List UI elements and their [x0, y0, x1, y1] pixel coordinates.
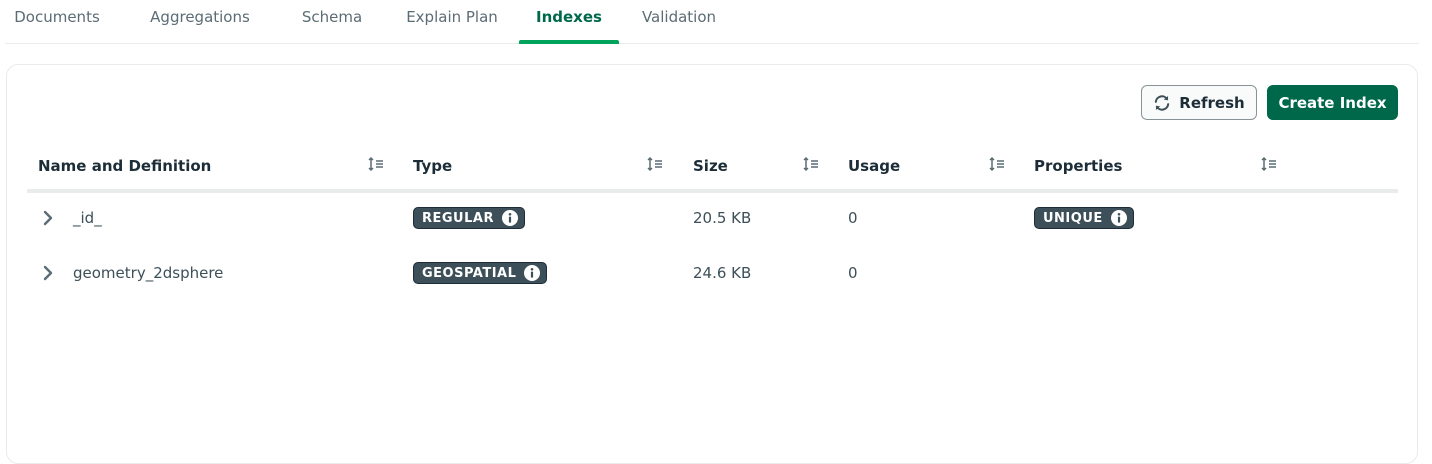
- info-icon[interactable]: [501, 210, 518, 226]
- create-index-label: Create Index: [1278, 93, 1387, 112]
- table-row[interactable]: geometry_2dsphere GEOSPATIAL 24.6 KB 0: [27, 250, 1398, 296]
- index-name: geometry_2dsphere: [73, 264, 224, 282]
- tab-validation[interactable]: Validation: [629, 0, 729, 43]
- indexes-panel: Refresh Create Index Name and Definition…: [6, 64, 1418, 464]
- refresh-button[interactable]: Refresh: [1141, 85, 1257, 120]
- index-size: 20.5 KB: [693, 209, 752, 227]
- sort-icon[interactable]: [988, 155, 1006, 173]
- refresh-label: Refresh: [1179, 93, 1245, 112]
- refresh-icon: [1155, 94, 1170, 111]
- create-index-button[interactable]: Create Index: [1267, 85, 1398, 120]
- column-header-usage: Usage: [848, 157, 901, 175]
- index-usage: 0: [848, 264, 858, 282]
- sort-icon[interactable]: [646, 155, 664, 173]
- chevron-right-icon[interactable]: [41, 209, 55, 227]
- column-header-name: Name and Definition: [38, 157, 212, 175]
- column-header-properties: Properties: [1034, 157, 1123, 175]
- tab-documents[interactable]: Documents: [5, 0, 109, 43]
- type-badge: REGULAR: [413, 207, 525, 229]
- tab-explain-plan[interactable]: Explain Plan: [393, 0, 511, 43]
- sort-icon[interactable]: [802, 155, 820, 173]
- tab-aggregations[interactable]: Aggregations: [140, 0, 260, 43]
- header-divider: [27, 189, 1398, 193]
- property-badge: UNIQUE: [1034, 207, 1134, 229]
- tab-indexes[interactable]: Indexes: [519, 0, 619, 44]
- info-icon[interactable]: [1110, 210, 1127, 226]
- sort-icon[interactable]: [367, 155, 385, 173]
- sort-icon[interactable]: [1260, 155, 1278, 173]
- type-badge-label: REGULAR: [422, 210, 494, 226]
- column-header-size: Size: [693, 157, 728, 175]
- index-size: 24.6 KB: [693, 264, 752, 282]
- index-usage: 0: [848, 209, 858, 227]
- column-header-type: Type: [413, 157, 453, 175]
- table-row[interactable]: _id_ REGULAR 20.5 KB 0 UNIQUE: [27, 195, 1398, 241]
- table-header: Name and Definition Type Size Usage Prop…: [27, 145, 1398, 191]
- chevron-right-icon[interactable]: [41, 264, 55, 282]
- tab-schema[interactable]: Schema: [287, 0, 377, 43]
- type-badge: GEOSPATIAL: [413, 262, 548, 284]
- info-icon[interactable]: [524, 265, 541, 281]
- index-name: _id_: [73, 209, 102, 227]
- property-badge-label: UNIQUE: [1043, 210, 1103, 226]
- type-badge-label: GEOSPATIAL: [422, 265, 517, 281]
- tab-bar: Documents Aggregations Schema Explain Pl…: [5, 0, 1419, 44]
